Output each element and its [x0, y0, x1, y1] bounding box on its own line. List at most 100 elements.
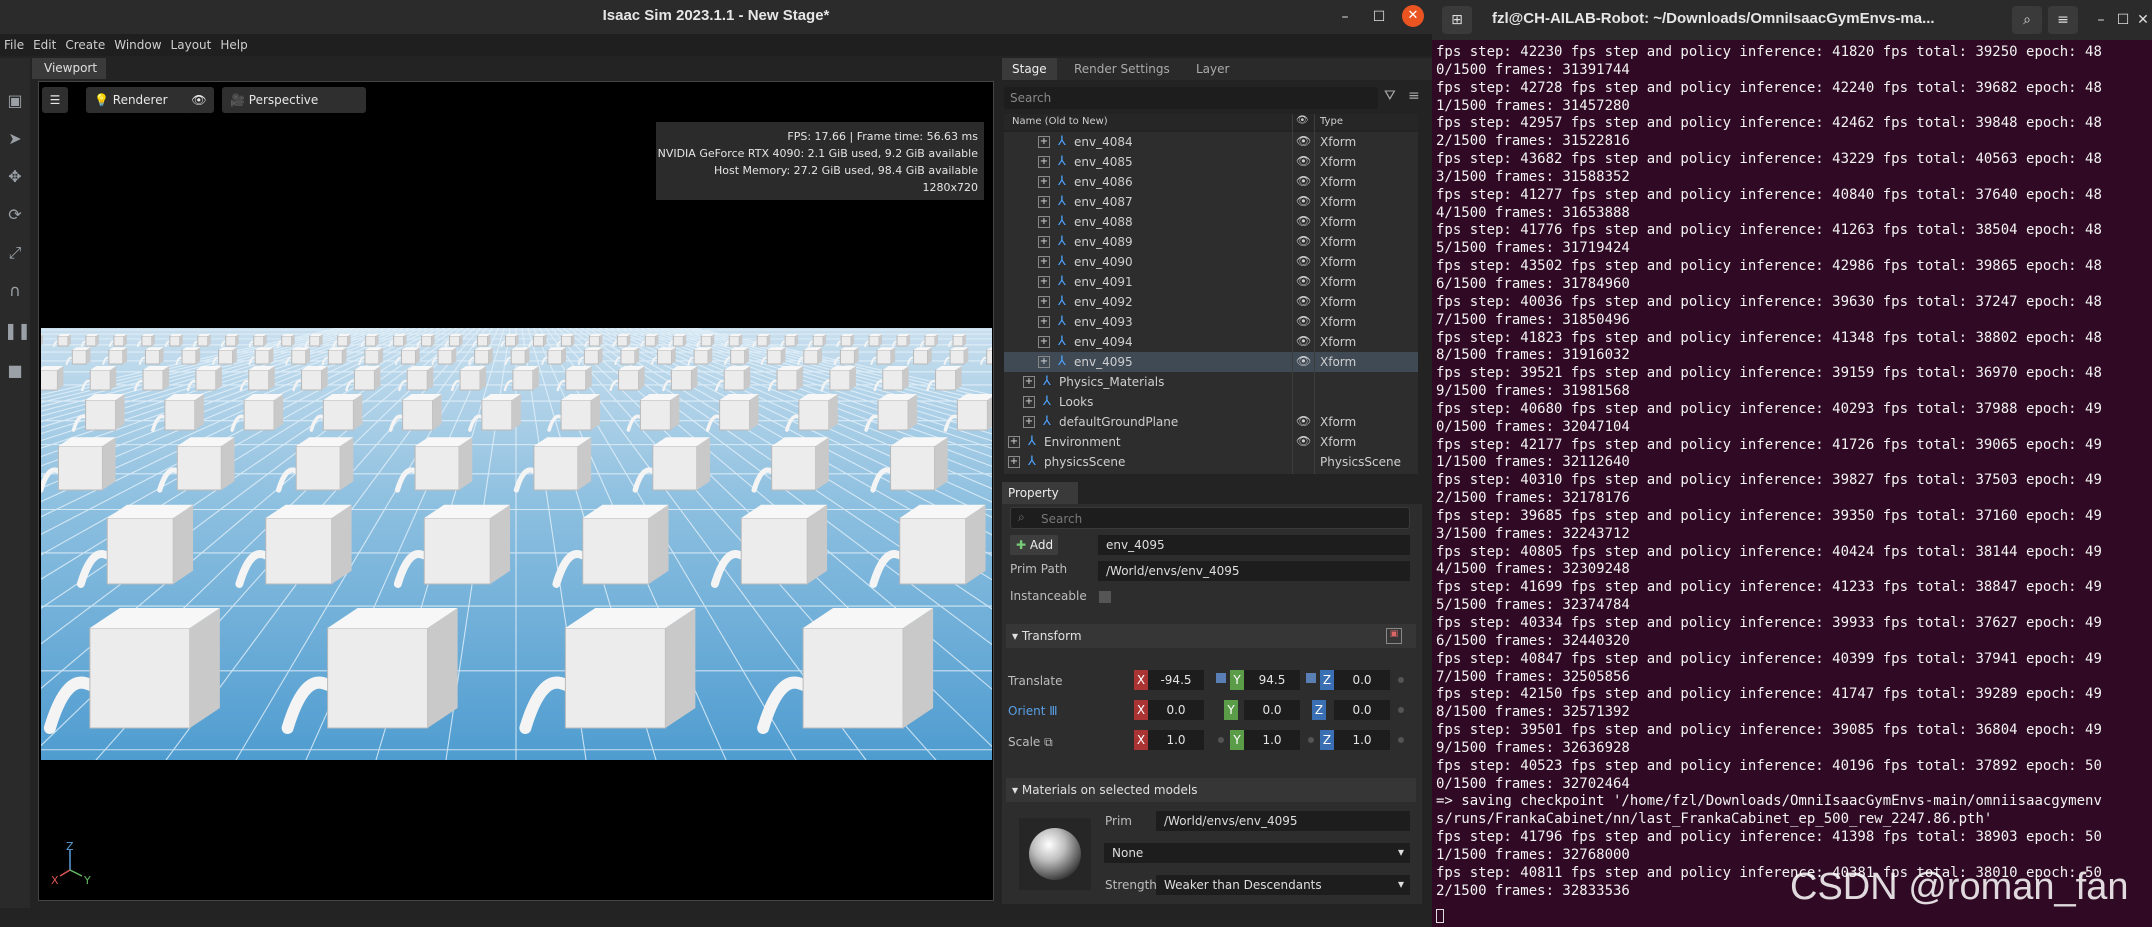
isaac-titlebar[interactable]: Isaac Sim 2023.1.1 - New Stage* – ☐ ✕: [0, 0, 1432, 34]
stage-row[interactable]: + ⅄ env_4087 👁 Xform: [1004, 192, 1418, 212]
visibility-eye-icon[interactable]: 👁: [1296, 314, 1311, 328]
expand-icon[interactable]: +: [1038, 236, 1050, 248]
settings-sliders-icon[interactable]: ☰: [42, 87, 68, 113]
pause-icon[interactable]: ❚❚: [4, 320, 31, 342]
keyframe-dot[interactable]: [1218, 737, 1224, 743]
visibility-eye-icon[interactable]: 👁: [1296, 254, 1311, 268]
scale-x-field[interactable]: 1.0: [1148, 730, 1204, 750]
translate-x-field[interactable]: -94.5: [1148, 670, 1204, 690]
expand-icon[interactable]: +: [1038, 196, 1050, 208]
stage-row[interactable]: + ⅄ env_4090 👁 Xform: [1004, 252, 1418, 272]
stage-row[interactable]: + ⅄ env_4093 👁 Xform: [1004, 312, 1418, 332]
expand-icon[interactable]: +: [1038, 256, 1050, 268]
stage-row[interactable]: + ⅄ env_4091 👁 Xform: [1004, 272, 1418, 292]
snap-magnet-icon[interactable]: ∩: [4, 280, 26, 302]
orient-x-field[interactable]: 0.0: [1148, 700, 1204, 720]
prim-name-field[interactable]: env_4095: [1098, 535, 1410, 555]
stage-row[interactable]: + ⅄ env_4089 👁 Xform: [1004, 232, 1418, 252]
stage-search-input[interactable]: Search: [1004, 87, 1378, 109]
stage-row[interactable]: + ⅄ env_4095 👁 Xform: [1004, 352, 1418, 372]
expand-icon[interactable]: +: [1038, 276, 1050, 288]
stage-row[interactable]: + ⅄ env_4085 👁 Xform: [1004, 152, 1418, 172]
menu-layout[interactable]: Layout: [167, 34, 217, 52]
stage-row[interactable]: + ⅄ physicsScene PhysicsScene: [1004, 452, 1418, 472]
filter-icon[interactable]: ⛛: [1384, 88, 1402, 106]
stage-row[interactable]: + ⅄ env_4088 👁 Xform: [1004, 212, 1418, 232]
move-icon[interactable]: ✥: [4, 166, 26, 188]
scale-icon[interactable]: ⤢: [4, 242, 26, 264]
keyframe-dot[interactable]: [1398, 677, 1404, 683]
menu-help[interactable]: Help: [216, 34, 252, 52]
expand-icon[interactable]: +: [1038, 336, 1050, 348]
close-icon[interactable]: ✕: [2134, 11, 2152, 29]
stop-icon[interactable]: ■: [4, 360, 26, 382]
prim-path-field[interactable]: /World/envs/env_4095: [1098, 561, 1410, 581]
minimize-icon[interactable]: –: [1336, 8, 1354, 26]
new-tab-icon[interactable]: ⊞: [1442, 6, 1472, 34]
orient-y-field[interactable]: 0.0: [1244, 700, 1300, 720]
scale-z-field[interactable]: 1.0: [1334, 730, 1390, 750]
visibility-eye-icon[interactable]: 👁: [1296, 234, 1311, 248]
terminal-titlebar[interactable]: ⊞ fzl@CH-AILAB-Robot: ~/Downloads/OmniIs…: [1432, 0, 2152, 40]
scale-y-field[interactable]: 1.0: [1244, 730, 1300, 750]
add-button[interactable]: ✚ Add: [1010, 535, 1058, 555]
menu-file[interactable]: File: [0, 34, 29, 52]
link-icon[interactable]: [1306, 673, 1316, 683]
search-icon[interactable]: ⌕: [2012, 6, 2042, 34]
visibility-eye-icon[interactable]: 👁: [1296, 134, 1311, 148]
keyframe-dot[interactable]: [1398, 707, 1404, 713]
column-name[interactable]: Name (Old to New): [1012, 116, 1108, 127]
translate-y-field[interactable]: 94.5: [1244, 670, 1300, 690]
menu-edit[interactable]: Edit: [29, 34, 61, 52]
visibility-eye-icon[interactable]: 👁: [1296, 154, 1311, 168]
tab-render-settings[interactable]: Render Settings: [1064, 58, 1180, 80]
rotate-icon[interactable]: ⟳: [4, 204, 26, 226]
expand-icon[interactable]: +: [1008, 436, 1020, 448]
select-arrow-icon[interactable]: ➤: [4, 128, 26, 150]
expand-icon[interactable]: +: [1023, 416, 1035, 428]
expand-icon[interactable]: +: [1038, 356, 1050, 368]
expand-icon[interactable]: +: [1023, 376, 1035, 388]
materials-section-header[interactable]: ▾ Materials on selected models: [1006, 778, 1416, 802]
transform-options-icon[interactable]: ▣: [1386, 628, 1402, 644]
visibility-eye-icon[interactable]: 👁: [1296, 334, 1311, 348]
scale-link-icon[interactable]: ⧉: [1044, 735, 1053, 749]
expand-icon[interactable]: +: [1038, 316, 1050, 328]
stage-menu-icon[interactable]: ≡: [1408, 88, 1426, 106]
expand-icon[interactable]: +: [1038, 296, 1050, 308]
expand-icon[interactable]: +: [1038, 216, 1050, 228]
property-search-input[interactable]: Search: [1010, 507, 1410, 529]
hamburger-menu-icon[interactable]: ≡: [2048, 6, 2078, 34]
menu-window[interactable]: Window: [110, 34, 166, 52]
expand-icon[interactable]: +: [1038, 156, 1050, 168]
visibility-eye-icon[interactable]: 👁: [1296, 354, 1311, 368]
keyframe-dot[interactable]: [1308, 737, 1314, 743]
column-type[interactable]: Type: [1320, 116, 1343, 127]
tab-property[interactable]: Property: [1002, 482, 1078, 504]
stage-row[interactable]: + ⅄ Looks: [1004, 392, 1418, 412]
orient-label[interactable]: Orient Ⅲ: [1008, 704, 1058, 718]
material-prim-field[interactable]: /World/envs/env_4095: [1156, 811, 1410, 831]
stage-row[interactable]: + ⅄ Environment 👁 Xform: [1004, 432, 1418, 452]
transform-section-header[interactable]: ▾ Transform: [1006, 624, 1416, 648]
minimize-icon[interactable]: –: [2092, 11, 2110, 29]
visibility-eye-icon[interactable]: 👁: [1296, 194, 1311, 208]
terminal-output[interactable]: fps step: 42230 fps step and policy infe…: [1436, 44, 2152, 924]
visibility-eye-icon[interactable]: 👁: [1296, 214, 1311, 228]
eye-icon[interactable]: 👁: [184, 87, 214, 113]
strength-select[interactable]: Weaker than Descendants ▾: [1156, 875, 1410, 895]
visibility-eye-icon[interactable]: 👁: [1296, 174, 1311, 188]
stage-row[interactable]: + ⅄ env_4092 👁 Xform: [1004, 292, 1418, 312]
link-icon[interactable]: [1216, 673, 1226, 683]
box-select-icon[interactable]: ▣: [4, 90, 26, 112]
orient-z-field[interactable]: 0.0: [1334, 700, 1390, 720]
expand-icon[interactable]: +: [1023, 396, 1035, 408]
visibility-eye-icon[interactable]: 👁: [1296, 434, 1311, 448]
keyframe-dot[interactable]: [1398, 737, 1404, 743]
stage-row[interactable]: + ⅄ env_4084 👁 Xform: [1004, 132, 1418, 152]
material-select[interactable]: None ▾: [1104, 843, 1410, 863]
stage-row[interactable]: + ⅄ defaultGroundPlane 👁 Xform: [1004, 412, 1418, 432]
visibility-eye-icon[interactable]: 👁: [1296, 274, 1311, 288]
expand-icon[interactable]: +: [1038, 176, 1050, 188]
expand-icon[interactable]: +: [1038, 136, 1050, 148]
